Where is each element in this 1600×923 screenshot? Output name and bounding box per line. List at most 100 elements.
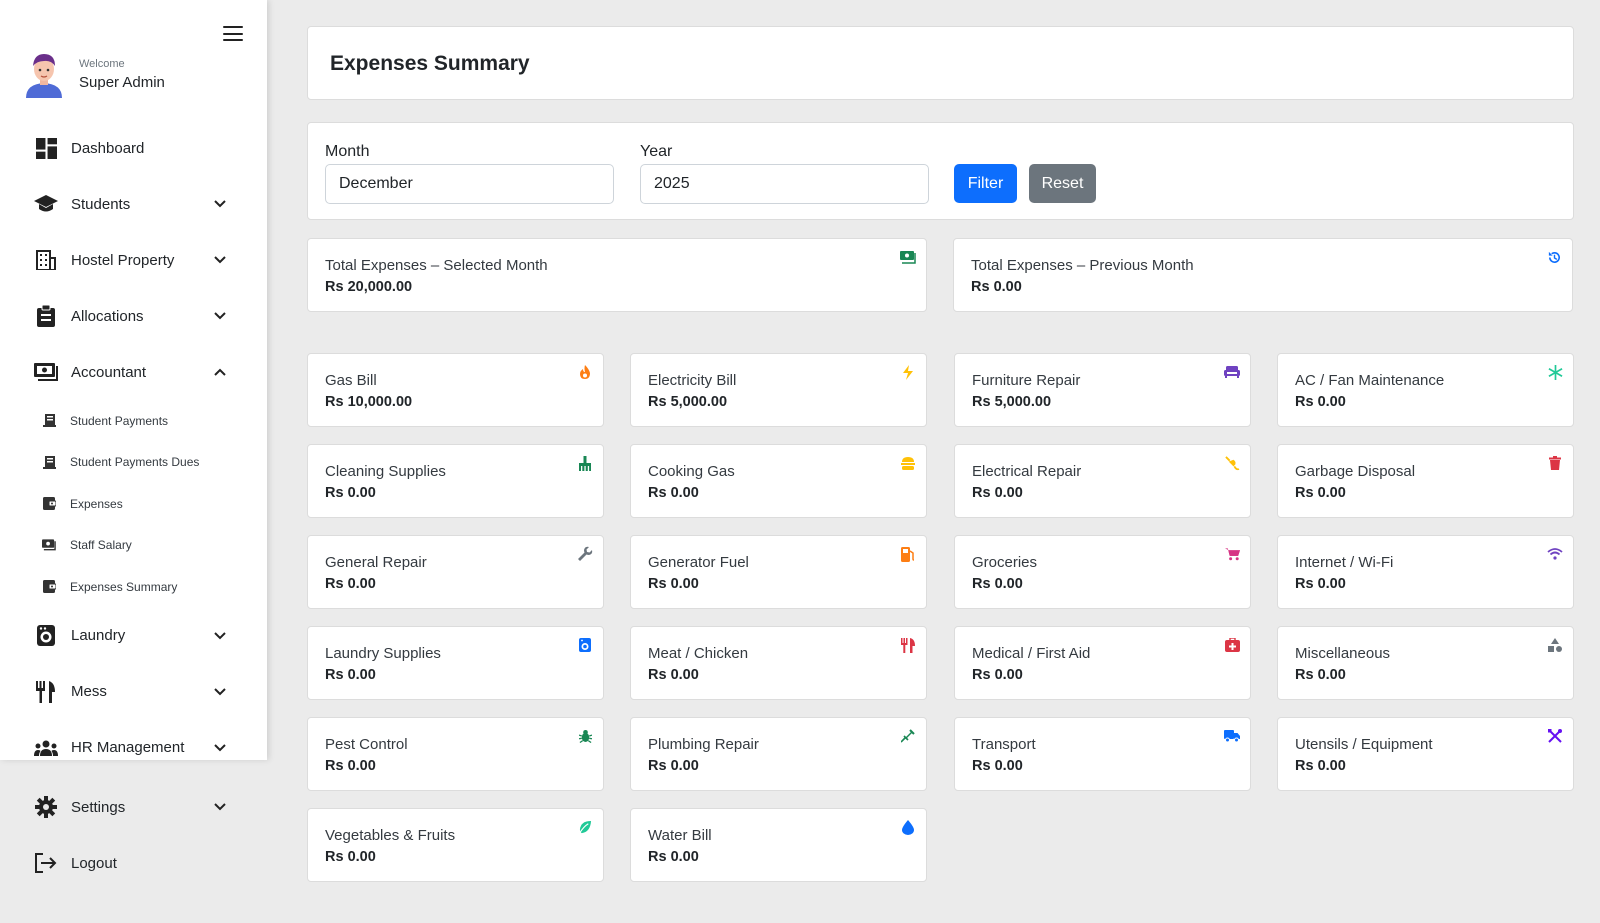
shapes-icon bbox=[1547, 637, 1563, 653]
wallet-icon bbox=[42, 497, 56, 511]
sidebar-item-label: Laundry bbox=[71, 627, 126, 644]
expense-card-title: Cooking Gas bbox=[648, 463, 735, 480]
sidebar-subitem-label: Student Payments bbox=[70, 413, 169, 428]
sidebar-item-label: Mess bbox=[71, 683, 107, 700]
sidebar-item-settings[interactable]: Settings bbox=[0, 779, 267, 835]
chevron-down-icon[interactable] bbox=[213, 197, 227, 211]
expense-card: Vegetables & Fruits Rs 0.00 bbox=[307, 808, 604, 882]
filter-button[interactable]: Filter bbox=[954, 164, 1017, 203]
expense-card-amount: Rs 5,000.00 bbox=[648, 394, 728, 410]
sidebar-item-logout[interactable]: Logout bbox=[0, 835, 267, 891]
expense-card-title: Laundry Supplies bbox=[325, 645, 441, 662]
cart-icon bbox=[1224, 546, 1240, 562]
expense-card: Gas Bill Rs 10,000.00 bbox=[307, 353, 604, 427]
expense-card-amount: Rs 0.00 bbox=[325, 849, 376, 865]
receipt-icon bbox=[42, 455, 56, 469]
wrench-icon bbox=[577, 546, 593, 562]
sidebar: Welcome Super Admin Dashboard Students H… bbox=[0, 0, 267, 760]
tools-icon bbox=[1547, 728, 1563, 744]
expense-card-title: General Repair bbox=[325, 554, 427, 571]
burger-icon bbox=[900, 455, 916, 471]
chevron-down-icon[interactable] bbox=[213, 253, 227, 267]
expense-card: Groceries Rs 0.00 bbox=[954, 535, 1251, 609]
expense-card-amount: Rs 0.00 bbox=[1295, 667, 1346, 683]
sidebar-subitem-label: Staff Salary bbox=[70, 538, 132, 553]
expense-card: Water Bill Rs 0.00 bbox=[630, 808, 927, 882]
money-bill-icon bbox=[34, 360, 58, 384]
expense-card-title: Medical / First Aid bbox=[972, 645, 1091, 662]
expense-card-amount: Rs 0.00 bbox=[972, 758, 1023, 774]
expense-card-title: Total Expenses – Previous Month bbox=[971, 257, 1194, 274]
first-aid-icon bbox=[1224, 637, 1240, 653]
expense-card-amount: Rs 10,000.00 bbox=[325, 394, 413, 410]
sidebar-subitem-staff-salary[interactable]: Staff Salary bbox=[0, 525, 267, 567]
sidebar-item-mess[interactable]: Mess bbox=[0, 664, 267, 720]
expense-card-amount: Rs 0.00 bbox=[1295, 576, 1346, 592]
expense-card-title: Generator Fuel bbox=[648, 554, 749, 571]
menu-toggle-icon[interactable] bbox=[223, 26, 243, 41]
sidebar-subitem-expenses[interactable]: Expenses bbox=[0, 483, 267, 525]
expense-card-title: Garbage Disposal bbox=[1295, 463, 1416, 480]
chevron-down-icon[interactable] bbox=[213, 309, 227, 323]
expense-card-title: Internet / Wi-Fi bbox=[1295, 554, 1394, 571]
year-label: Year bbox=[640, 143, 673, 160]
expense-card-title: Miscellaneous bbox=[1295, 645, 1391, 662]
snowflake-icon bbox=[1547, 364, 1563, 380]
expense-card: General Repair Rs 0.00 bbox=[307, 535, 604, 609]
expense-card-amount: Rs 0.00 bbox=[648, 576, 699, 592]
expense-card: Electricity Bill Rs 5,000.00 bbox=[630, 353, 927, 427]
sidebar-nav-overflow: Settings Logout bbox=[0, 779, 267, 891]
sidebar-item-label: Settings bbox=[71, 798, 126, 816]
expense-card: Medical / First Aid Rs 0.00 bbox=[954, 626, 1251, 700]
sidebar-item-dashboard[interactable]: Dashboard bbox=[0, 120, 267, 176]
sidebar-item-accountant[interactable]: Accountant bbox=[0, 344, 267, 400]
year-input[interactable]: 2025 bbox=[640, 164, 929, 204]
expense-card-amount: Rs 0.00 bbox=[971, 279, 1022, 295]
wifi-icon bbox=[1547, 546, 1563, 562]
reset-button[interactable]: Reset bbox=[1029, 164, 1096, 203]
clipboard-icon bbox=[34, 304, 58, 328]
expense-card: Plumbing Repair Rs 0.00 bbox=[630, 717, 927, 791]
sidebar-item-allocations[interactable]: Allocations bbox=[0, 288, 267, 344]
bug-icon bbox=[577, 728, 593, 744]
expense-card-title: Electrical Repair bbox=[972, 463, 1082, 480]
expense-card-amount: Rs 0.00 bbox=[325, 576, 376, 592]
user-profile: Welcome Super Admin bbox=[24, 50, 165, 98]
expense-card: Generator Fuel Rs 0.00 bbox=[630, 535, 927, 609]
chevron-up-icon[interactable] bbox=[213, 365, 227, 379]
bolt-icon bbox=[900, 364, 916, 380]
chevron-down-icon[interactable] bbox=[213, 741, 227, 755]
chevron-down-icon[interactable] bbox=[213, 629, 227, 643]
expense-card: Utensils / Equipment Rs 0.00 bbox=[1277, 717, 1574, 791]
expense-card: Cooking Gas Rs 0.00 bbox=[630, 444, 927, 518]
chevron-down-icon[interactable] bbox=[213, 685, 227, 699]
gear-icon bbox=[34, 795, 58, 819]
sidebar-item-hr-management[interactable]: HR Management bbox=[0, 720, 267, 761]
sidebar-item-laundry[interactable]: Laundry bbox=[0, 608, 267, 664]
sidebar-subitem-expenses-summary[interactable]: Expenses Summary bbox=[0, 566, 267, 608]
expense-card-title: Transport bbox=[972, 736, 1036, 753]
month-select[interactable]: December bbox=[325, 164, 614, 204]
expense-card-amount: Rs 5,000.00 bbox=[972, 394, 1052, 410]
expense-card-amount: Rs 0.00 bbox=[648, 667, 699, 683]
avatar bbox=[26, 54, 62, 98]
expense-card-amount: Rs 0.00 bbox=[1295, 485, 1346, 501]
washing-machine-icon bbox=[34, 624, 58, 648]
expense-card: Meat / Chicken Rs 0.00 bbox=[630, 626, 927, 700]
chevron-down-icon[interactable] bbox=[213, 800, 227, 814]
page-title: Expenses Summary bbox=[330, 52, 530, 75]
expense-card-amount: Rs 0.00 bbox=[325, 485, 376, 501]
expense-card-title: Meat / Chicken bbox=[648, 645, 749, 662]
sidebar-item-students[interactable]: Students bbox=[0, 176, 267, 232]
gas-pump-icon bbox=[900, 546, 916, 562]
expense-card: Garbage Disposal Rs 0.00 bbox=[1277, 444, 1574, 518]
sidebar-subitem-student-payments-dues[interactable]: Student Payments Dues bbox=[0, 442, 267, 484]
sidebar-subitem-student-payments[interactable]: Student Payments bbox=[0, 400, 267, 442]
expense-card: Cleaning Supplies Rs 0.00 bbox=[307, 444, 604, 518]
expense-card-title: Vegetables & Fruits bbox=[325, 827, 456, 844]
couch-icon bbox=[1224, 364, 1240, 380]
sidebar-item-label: Logout bbox=[71, 854, 117, 872]
utensils-icon bbox=[900, 637, 916, 653]
sidebar-item-hostel-property[interactable]: Hostel Property bbox=[0, 232, 267, 288]
sidebar-subitem-label: Expenses bbox=[70, 496, 123, 511]
